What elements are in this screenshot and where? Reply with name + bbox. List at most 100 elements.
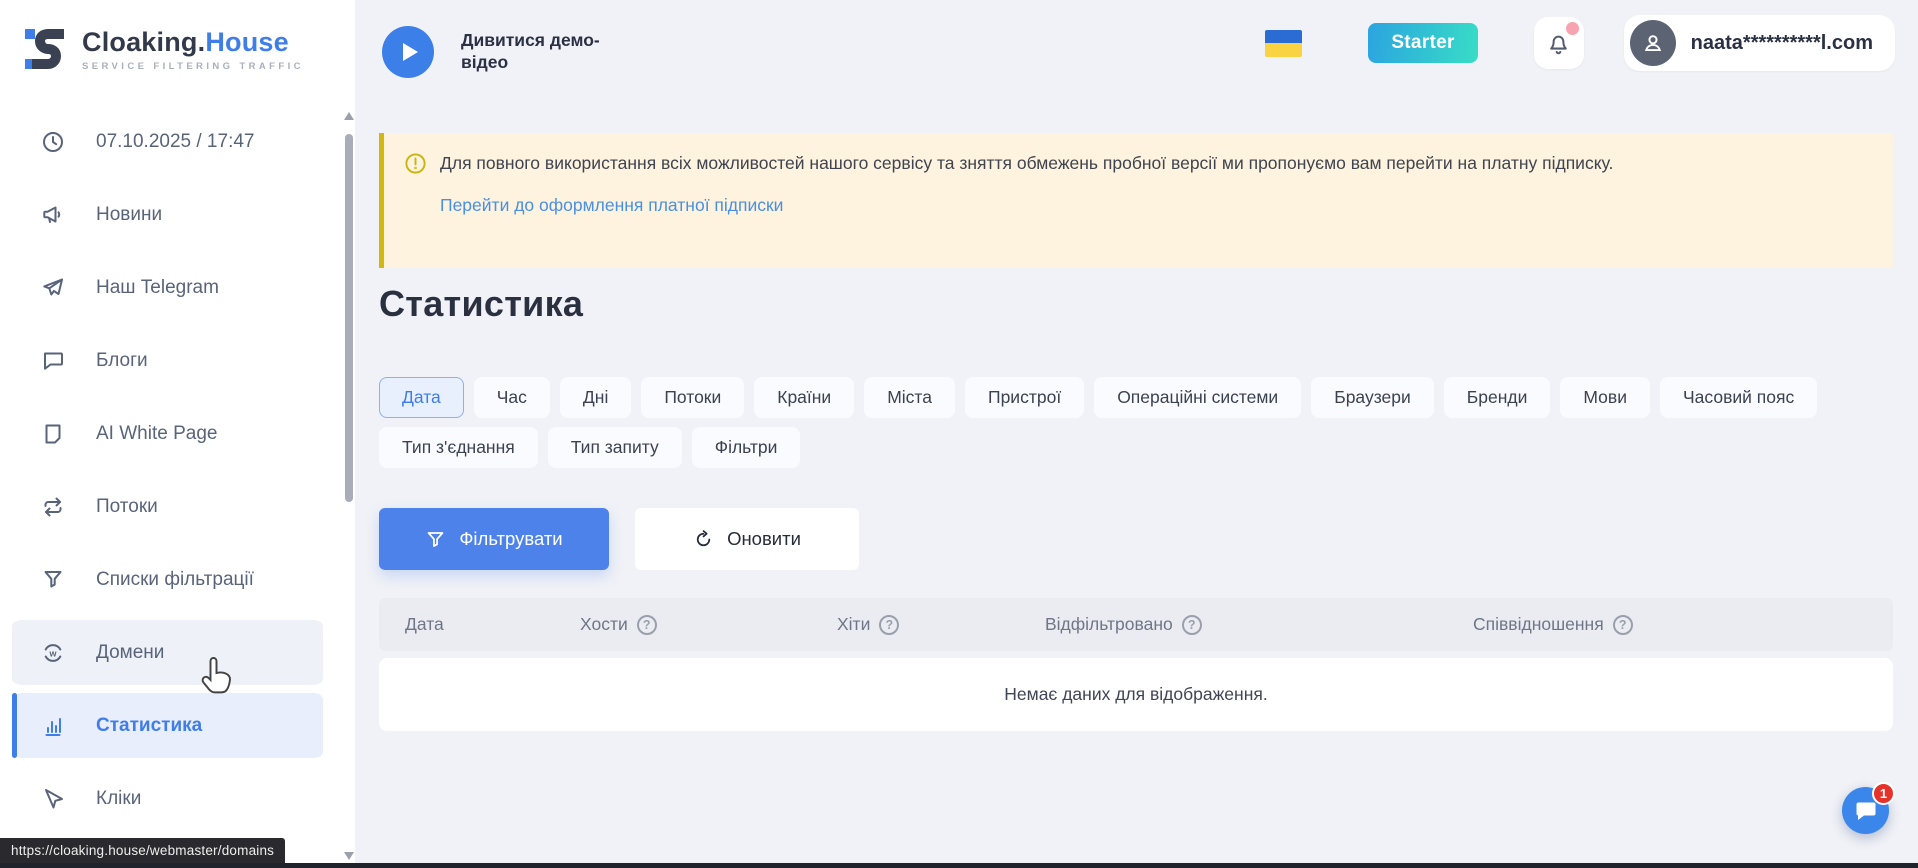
domains-icon: w (40, 640, 66, 666)
banner-message: Для повного використання всіх можливосте… (440, 151, 1613, 175)
chat-unread-badge: 1 (1872, 782, 1895, 805)
stats-tab[interactable]: Операційні системи (1094, 377, 1301, 418)
demo-video-play-button[interactable] (382, 26, 434, 78)
sidebar-scrollbar[interactable] (344, 112, 354, 860)
trial-warning-banner: Для повного використання всіх можливосте… (379, 133, 1893, 268)
stats-tabs: ДатаЧасДніПотокиКраїниМістаПристроїОпера… (379, 377, 1895, 468)
table-column-header: Співвідношення? (1473, 614, 1893, 635)
empty-state-text: Немає даних для відображення. (1004, 684, 1267, 705)
telegram-icon (40, 275, 66, 301)
sidebar-item-chat[interactable]: Блоги (12, 324, 323, 397)
refresh-icon (693, 529, 714, 550)
table-column-header: Хости? (580, 614, 837, 635)
brand-logo-icon (24, 26, 70, 72)
column-label: Співвідношення (1473, 614, 1604, 635)
actions-row: Фільтрувати Оновити (379, 508, 859, 570)
person-icon (1640, 30, 1666, 56)
stats-tab[interactable]: Тип з'єднання (379, 427, 538, 468)
subscription-link[interactable]: Перейти до оформлення платної підписки (440, 195, 783, 216)
sidebar-item-label: Новини (96, 204, 162, 226)
user-email: naata**********l.com (1691, 32, 1873, 55)
stats-tab[interactable]: Потоки (641, 377, 744, 418)
sidebar-item-domains[interactable]: w Домени (12, 616, 323, 689)
column-label: Хіти (837, 614, 870, 635)
chat-icon (40, 348, 66, 374)
help-icon[interactable]: ? (637, 615, 657, 635)
stats-tab[interactable]: Міста (864, 377, 955, 418)
plan-badge[interactable]: Starter (1368, 23, 1477, 63)
sidebar-item-funnel[interactable]: Списки фільтрації (12, 543, 323, 616)
sidebar-item-clicks[interactable]: Кліки (12, 762, 323, 835)
page-title: Статистика (379, 283, 583, 325)
sidebar-item-label: Кліки (96, 788, 141, 810)
empty-state: Немає даних для відображення. (379, 658, 1893, 731)
warning-icon (404, 152, 427, 175)
sidebar-item-clock[interactable]: 07.10.2025 / 17:47 (12, 105, 323, 178)
column-label: Дата (405, 614, 444, 635)
sidebar-item-label: 07.10.2025 / 17:47 (96, 131, 254, 153)
user-menu[interactable]: naata**********l.com (1624, 15, 1895, 71)
table-column-header: Дата (405, 614, 580, 635)
play-icon (403, 43, 418, 61)
clock-icon (40, 129, 66, 155)
scrollbar-thumb[interactable] (345, 134, 353, 502)
sidebar-item-label: AI White Page (96, 423, 217, 445)
chat-widget-button[interactable]: 1 (1842, 787, 1889, 834)
mouse-cursor-icon (200, 655, 236, 695)
stats-tab[interactable]: Дата (379, 377, 464, 418)
stats-tab[interactable]: Часовий пояс (1660, 377, 1817, 418)
window-bottom-edge (0, 863, 1918, 868)
sidebar-item-megaphone[interactable]: Новини (12, 178, 323, 251)
scroll-up-icon[interactable] (344, 112, 354, 120)
funnel-icon (40, 567, 66, 593)
chat-bubble-icon (1854, 799, 1878, 823)
scroll-down-icon[interactable] (344, 852, 354, 860)
sidebar-item-flows[interactable]: Потоки (12, 470, 323, 543)
stats-tab[interactable]: Країни (754, 377, 854, 418)
megaphone-icon (40, 202, 66, 228)
language-flag-ukraine[interactable] (1265, 30, 1302, 57)
help-icon[interactable]: ? (1613, 615, 1633, 635)
stats-tab[interactable]: Пристрої (965, 377, 1084, 418)
table-column-header: Хіти? (837, 614, 1045, 635)
avatar (1630, 20, 1676, 66)
sidebar-item-label: Наш Telegram (96, 277, 219, 299)
stats-table-header: ДатаХости?Хіти?Відфільтровано?Співвіднош… (379, 598, 1893, 651)
sidebar-item-label: Блоги (96, 350, 148, 372)
help-icon[interactable]: ? (879, 615, 899, 635)
sidebar-item-label: Статистика (96, 715, 202, 737)
stats-icon (40, 713, 66, 739)
column-label: Хости (580, 614, 628, 635)
stats-tab[interactable]: Бренди (1444, 377, 1551, 418)
banner-content: Для повного використання всіх можливосте… (440, 151, 1613, 250)
sidebar-item-page[interactable]: AI White Page (12, 397, 323, 470)
main-content: Дивитися демо-відео Starter naata*******… (355, 0, 1918, 868)
table-column-header: Відфільтровано? (1045, 614, 1473, 635)
page-icon (40, 421, 66, 447)
filter-button[interactable]: Фільтрувати (379, 508, 609, 570)
brand-tagline: SERVICE FILTERING TRAFFIC (82, 61, 304, 72)
stats-tab[interactable]: Мови (1560, 377, 1650, 418)
stats-tab[interactable]: Тип запиту (548, 427, 682, 468)
column-label: Відфільтровано (1045, 614, 1173, 635)
brand-name: Cloaking.House (82, 27, 304, 58)
sidebar-item-label: Домени (96, 642, 164, 664)
refresh-button[interactable]: Оновити (635, 508, 859, 570)
sidebar-item-telegram[interactable]: Наш Telegram (12, 251, 323, 324)
svg-text:w: w (48, 648, 57, 658)
stats-tab[interactable]: Час (474, 377, 550, 418)
logo[interactable]: Cloaking.House SERVICE FILTERING TRAFFIC (0, 0, 355, 72)
demo-video-label[interactable]: Дивитися демо-відео (461, 29, 601, 73)
clicks-icon (40, 786, 66, 812)
sidebar-item-label: Потоки (96, 496, 158, 518)
notifications-button[interactable] (1534, 17, 1584, 69)
funnel-icon (425, 529, 446, 550)
notification-dot (1566, 22, 1579, 35)
help-icon[interactable]: ? (1182, 615, 1202, 635)
sidebar-nav: 07.10.2025 / 17:47 Новини Наш Telegram Блог… (0, 105, 355, 835)
sidebar-item-stats[interactable]: Статистика (12, 689, 323, 762)
stats-tab[interactable]: Фільтри (692, 427, 801, 468)
stats-tab[interactable]: Дні (560, 377, 631, 418)
stats-tab[interactable]: Браузери (1311, 377, 1434, 418)
flows-icon (40, 494, 66, 520)
